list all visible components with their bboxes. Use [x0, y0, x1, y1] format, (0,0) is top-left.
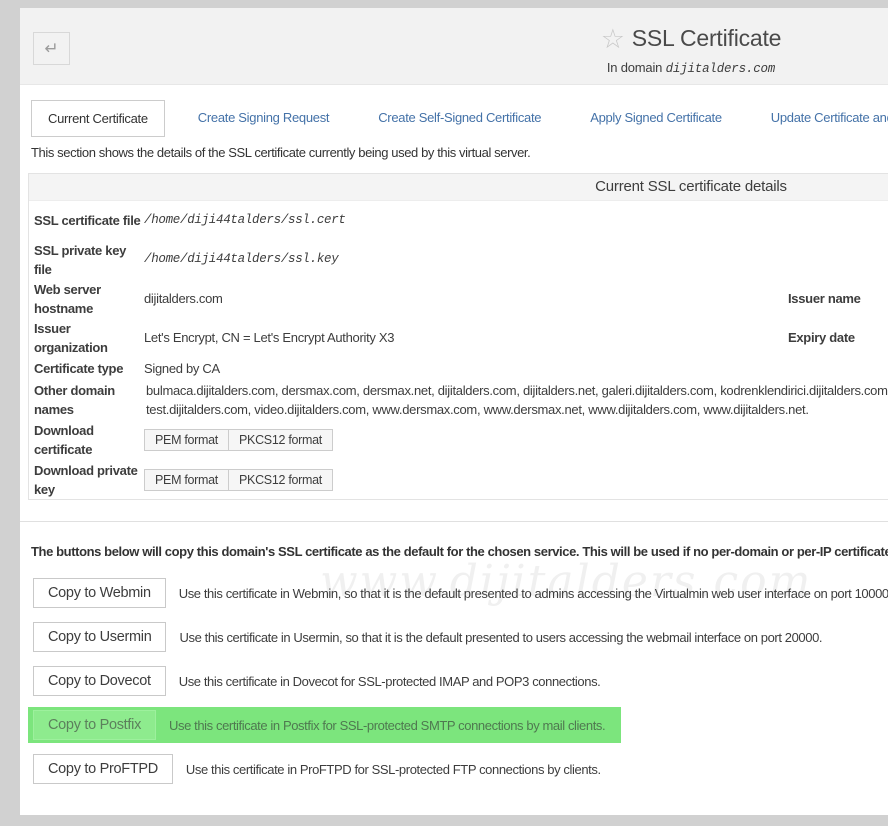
- copy-to-dovecot-button[interactable]: Copy to Dovecot: [33, 666, 166, 696]
- download-private-key-buttons: PEM format PKCS12 format: [144, 469, 788, 491]
- other-domain-names-value: bulmaca.dijitalders.com, dersmax.com, de…: [144, 381, 888, 419]
- copy-webmin-row: Copy to Webmin Use this certificate in W…: [28, 575, 888, 611]
- return-arrow-icon: ↵: [44, 39, 58, 58]
- table-title: Current SSL certificate details: [29, 174, 888, 201]
- copy-to-postfix-button[interactable]: Copy to Postfix: [33, 710, 156, 740]
- download-certificate-pkcs12-button[interactable]: PKCS12 format: [229, 430, 332, 450]
- download-certificate-pem-button[interactable]: PEM format: [145, 430, 229, 450]
- table-row: SSL private key file /home/diji44talders…: [29, 240, 888, 279]
- ssl-certificate-page: ↵ ☆ SSL Certificate In domain dijitalders…: [20, 8, 888, 815]
- copy-dovecot-description: Use this certificate in Dovecot for SSL-…: [179, 674, 601, 689]
- copy-usermin-description: Use this certificate in Usermin, so that…: [179, 630, 822, 645]
- copy-dovecot-row: Copy to Dovecot Use this certificate in …: [28, 663, 616, 699]
- ssl-private-key-file-value: /home/diji44talders/ssl.key: [144, 250, 788, 269]
- tab-current-certificate[interactable]: Current Certificate: [31, 100, 165, 137]
- download-private-key-button-group: PEM format PKCS12 format: [144, 469, 333, 491]
- copy-proftpd-description: Use this certificate in ProFTPD for SSL-…: [186, 762, 601, 777]
- tab-create-signing-request[interactable]: Create Signing Request: [182, 100, 345, 137]
- certificate-type-value: Signed by CA: [144, 359, 788, 378]
- row-label: Web server hostname: [34, 280, 142, 318]
- table-row: Issuer organization Let's Encrypt, CN = …: [29, 318, 888, 357]
- download-private-key-pem-button[interactable]: PEM format: [145, 470, 229, 490]
- table-row: SSL certificate file /home/diji44talders…: [29, 201, 888, 240]
- table-row: Certificate type Signed by CA: [29, 357, 888, 380]
- tab-update-certificate-and-key[interactable]: Update Certificate and Key: [755, 100, 888, 137]
- row-label: Download private key: [34, 461, 142, 499]
- copy-to-proftpd-button[interactable]: Copy to ProFTPD: [33, 754, 173, 784]
- other-domains-line-2: test.dijitalders.com, video.dijitalders.…: [146, 400, 888, 419]
- download-certificate-buttons: PEM format PKCS12 format: [144, 429, 788, 451]
- copy-usermin-row: Copy to Usermin Use this certificate in …: [28, 619, 838, 655]
- row-label: Certificate type: [34, 359, 142, 378]
- web-server-hostname-value: dijitalders.com: [144, 289, 788, 308]
- section-divider: [20, 521, 888, 522]
- section-description: This section shows the details of the SS…: [31, 145, 888, 160]
- copy-to-usermin-button[interactable]: Copy to Usermin: [33, 622, 166, 652]
- tab-apply-signed-certificate[interactable]: Apply Signed Certificate: [574, 100, 738, 137]
- download-certificate-button-group: PEM format PKCS12 format: [144, 429, 333, 451]
- copy-service-list: Copy to Webmin Use this certificate in W…: [20, 575, 888, 787]
- ssl-certificate-file-value: /home/diji44talders/ssl.cert: [144, 211, 788, 230]
- row-label: SSL certificate file: [34, 211, 142, 230]
- copy-proftpd-row: Copy to ProFTPD Use this certificate in …: [28, 751, 617, 787]
- table-row: Download certificate PEM format PKCS12 f…: [29, 420, 888, 460]
- copy-section-heading: The buttons below will copy this domain'…: [31, 544, 888, 559]
- row-label: Download certificate: [34, 421, 142, 459]
- row-label: SSL private key file: [34, 241, 142, 279]
- back-button[interactable]: ↵: [33, 32, 70, 65]
- row-label: Issuer organization: [34, 319, 142, 357]
- table-row: Download private key PEM format PKCS12 f…: [29, 460, 888, 499]
- table-row: Other domain names bulmaca.dijitalders.c…: [29, 380, 888, 420]
- issuer-name-label: Issuer name: [788, 289, 861, 308]
- page-header: ↵ ☆ SSL Certificate In domain dijitalders…: [20, 8, 888, 85]
- copy-to-webmin-button[interactable]: Copy to Webmin: [33, 578, 166, 608]
- title-block: ☆ SSL Certificate In domain dijitalders.c…: [20, 8, 888, 76]
- expiry-date-label: Expiry date: [788, 328, 855, 347]
- domain-name: dijitalders.com: [666, 62, 776, 76]
- copy-webmin-description: Use this certificate in Webmin, so that …: [179, 586, 888, 601]
- star-icon[interactable]: ☆: [601, 24, 625, 54]
- table-row: Web server hostname dijitalders.com Issu…: [29, 279, 888, 318]
- certificate-details-table: Current SSL certificate details SSL cert…: [28, 173, 888, 500]
- other-domains-line-1: bulmaca.dijitalders.com, dersmax.com, de…: [146, 381, 888, 400]
- tab-bar: Current Certificate Create Signing Reque…: [31, 100, 888, 137]
- copy-postfix-description: Use this certificate in Postfix for SSL-…: [169, 718, 605, 733]
- copy-postfix-row-highlighted: Copy to Postfix Use this certificate in …: [28, 707, 621, 743]
- page-subtitle: In domain dijitalders.com: [20, 60, 888, 76]
- row-label: Other domain names: [34, 381, 142, 419]
- subtitle-prefix: In domain: [607, 60, 662, 75]
- page-title: SSL Certificate: [632, 25, 782, 51]
- download-private-key-pkcs12-button[interactable]: PKCS12 format: [229, 470, 332, 490]
- issuer-organization-value: Let's Encrypt, CN = Let's Encrypt Author…: [144, 328, 788, 347]
- tab-create-self-signed-certificate[interactable]: Create Self-Signed Certificate: [362, 100, 557, 137]
